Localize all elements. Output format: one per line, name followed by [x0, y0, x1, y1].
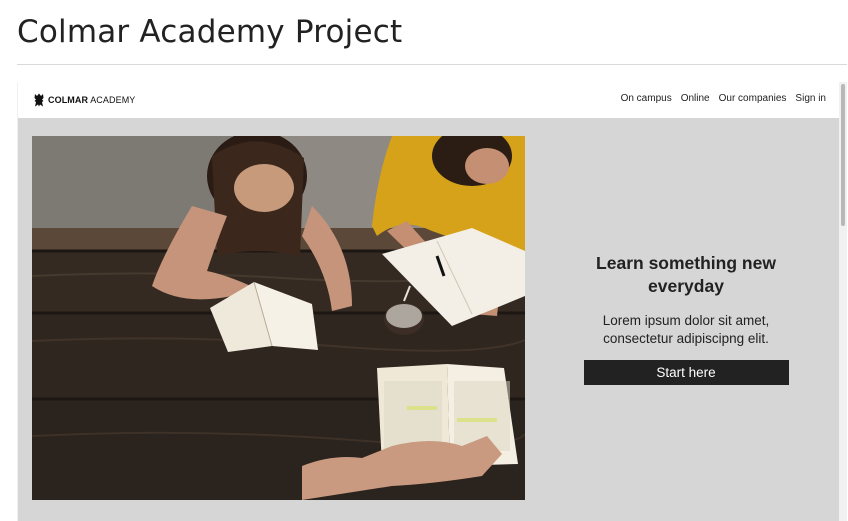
logo-brand: COLMAR — [48, 95, 89, 105]
site-logo[interactable]: COLMAR ACADEMY — [33, 91, 135, 109]
title-divider — [17, 64, 847, 65]
scrollbar-thumb[interactable] — [841, 84, 845, 226]
frame-scrollbar[interactable] — [839, 82, 847, 521]
preview-frame: COLMAR ACADEMY On campus Online Our comp… — [17, 82, 847, 521]
hero-text: Lorem ipsum dolor sit amet, consectetur … — [602, 313, 770, 346]
lion-crest-icon — [34, 93, 44, 107]
logo-text: COLMAR ACADEMY — [48, 95, 135, 105]
hero-copy: Learn something new everyday Lorem ipsum… — [581, 252, 791, 385]
start-here-button[interactable]: Start here — [583, 360, 789, 385]
site-navbar: COLMAR ACADEMY On campus Online Our comp… — [18, 82, 840, 118]
nav-item-online[interactable]: Online — [681, 93, 710, 104]
hero-heading: Learn something new everyday — [596, 253, 776, 296]
nav-item-our-companies[interactable]: Our companies — [719, 93, 787, 104]
hero-image — [32, 136, 525, 500]
logo-suffix: ACADEMY — [90, 95, 136, 105]
page-title: Colmar Academy Project — [17, 14, 403, 50]
hero-section: Learn something new everyday Lorem ipsum… — [18, 118, 840, 521]
nav-links: On campus Online Our companies Sign in — [621, 93, 826, 104]
nav-item-sign-in[interactable]: Sign in — [795, 93, 826, 104]
nav-item-on-campus[interactable]: On campus — [621, 93, 672, 104]
